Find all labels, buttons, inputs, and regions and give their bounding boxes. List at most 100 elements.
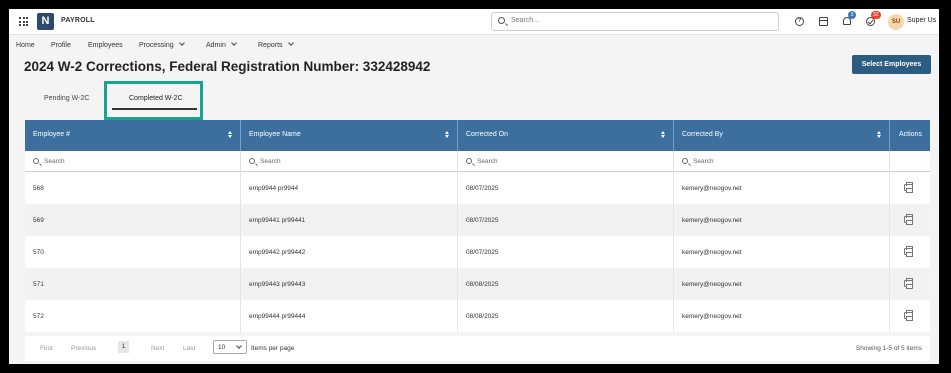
chevron-down-icon bbox=[287, 40, 294, 46]
corrected-on-filter-input[interactable]: Search bbox=[458, 151, 674, 172]
cell-corrected-on: 08/07/2025 bbox=[458, 204, 674, 236]
print-icon[interactable] bbox=[904, 182, 913, 193]
search-icon bbox=[249, 158, 255, 164]
nav-item-employees[interactable]: Employees bbox=[88, 42, 123, 49]
nav-label: Profile bbox=[51, 42, 71, 49]
table-row[interactable]: 569 emp99441 pr99441 08/07/2025 kemery@n… bbox=[25, 204, 930, 236]
corrected-by-filter-input[interactable]: Search bbox=[674, 151, 890, 172]
cell-employee-no: 568 bbox=[25, 172, 241, 204]
tab-pending-w2c[interactable]: Pending W-2C bbox=[44, 95, 89, 102]
pagination: First Previous 1 Next Last 10 Items per … bbox=[25, 336, 930, 361]
showing-count: Showing 1-5 of 5 items bbox=[855, 345, 922, 352]
cell-employee-no: 571 bbox=[25, 268, 241, 300]
nav-label: Admin bbox=[206, 42, 226, 49]
tab-highlight-box bbox=[104, 81, 203, 120]
select-employees-button[interactable]: Select Employees bbox=[852, 55, 931, 74]
print-icon[interactable] bbox=[904, 310, 913, 321]
user-name[interactable]: Super Us bbox=[907, 17, 936, 24]
column-header-corrected-by[interactable]: Corrected By bbox=[674, 120, 890, 151]
chevron-down-icon bbox=[178, 40, 185, 46]
app-grid-icon[interactable] bbox=[19, 17, 28, 26]
nav-item-reports[interactable]: Reports bbox=[258, 40, 294, 49]
nav-label: Processing bbox=[139, 42, 174, 49]
cell-employee-name: emp99443 pr99443 bbox=[241, 268, 458, 300]
column-header-corrected-on[interactable]: Corrected On bbox=[458, 120, 674, 151]
sort-icon[interactable] bbox=[877, 131, 881, 139]
per-page-value: 10 bbox=[218, 344, 226, 351]
cell-actions bbox=[890, 204, 930, 236]
column-label: Employee # bbox=[33, 131, 70, 138]
cell-actions bbox=[890, 268, 930, 300]
app-logo[interactable]: N bbox=[37, 13, 54, 30]
cell-actions bbox=[890, 236, 930, 268]
nav-label: Employees bbox=[88, 42, 123, 49]
cell-employee-name: emp99444 pr99444 bbox=[241, 300, 458, 332]
app-name: PAYROLL bbox=[61, 17, 95, 24]
sort-icon[interactable] bbox=[661, 131, 665, 139]
filter-placeholder: Search bbox=[44, 158, 65, 165]
cell-corrected-on: 08/07/2025 bbox=[458, 236, 674, 268]
column-header-employee-name[interactable]: Employee Name bbox=[241, 120, 458, 151]
table-header: Employee # Employee Name Corrected On Co… bbox=[25, 120, 930, 151]
filter-placeholder: Search bbox=[477, 158, 498, 165]
search-icon bbox=[33, 158, 39, 164]
avatar[interactable]: SU bbox=[888, 14, 904, 30]
cell-employee-name: emp99441 pr99441 bbox=[241, 204, 458, 236]
cell-employee-no: 569 bbox=[25, 204, 241, 236]
help-icon[interactable]: ? bbox=[795, 17, 804, 26]
current-page-button[interactable]: 1 bbox=[118, 341, 129, 353]
cell-corrected-by: kemery@neogov.net bbox=[674, 300, 890, 332]
print-icon[interactable] bbox=[904, 278, 913, 289]
column-header-employee-no[interactable]: Employee # bbox=[25, 120, 241, 151]
app-window: N PAYROLL Search... ? 3 32 SU Super Us H… bbox=[9, 9, 939, 364]
column-label: Employee Name bbox=[249, 131, 301, 138]
sort-icon[interactable] bbox=[445, 131, 449, 139]
page-title: 2024 W-2 Corrections, Federal Registrati… bbox=[24, 59, 431, 74]
nav-item-home[interactable]: Home bbox=[16, 42, 35, 49]
cell-corrected-on: 08/07/2025 bbox=[458, 172, 674, 204]
previous-page-button[interactable]: Previous bbox=[71, 345, 96, 352]
cell-corrected-on: 08/08/2025 bbox=[458, 300, 674, 332]
nav-label: Home bbox=[16, 42, 35, 49]
nav-item-admin[interactable]: Admin bbox=[206, 40, 237, 49]
column-label: Corrected On bbox=[466, 131, 509, 138]
sort-icon[interactable] bbox=[228, 131, 232, 139]
items-per-page-select[interactable]: 10 bbox=[213, 340, 247, 354]
items-per-page-label: Items per page bbox=[251, 345, 295, 352]
cell-employee-name: emp99442 pr99442 bbox=[241, 236, 458, 268]
print-icon[interactable] bbox=[904, 246, 913, 257]
table-row[interactable]: 568 emp9944 pr9944 08/07/2025 kemery@neo… bbox=[25, 172, 930, 204]
employee-name-filter-input[interactable]: Search bbox=[241, 151, 458, 172]
search-icon bbox=[682, 158, 688, 164]
main-nav: Home Profile Employees Processing Admin … bbox=[9, 35, 939, 55]
notification-badge: 3 bbox=[848, 11, 856, 19]
next-page-button[interactable]: Next bbox=[151, 345, 164, 352]
column-label: Actions bbox=[899, 131, 922, 138]
table-row[interactable]: 570 emp99442 pr99442 08/07/2025 kemery@n… bbox=[25, 236, 930, 268]
nav-item-processing[interactable]: Processing bbox=[139, 40, 185, 49]
filter-placeholder: Search bbox=[693, 158, 714, 165]
print-icon[interactable] bbox=[904, 214, 913, 225]
cell-corrected-by: kemery@neogov.net bbox=[674, 172, 890, 204]
chevron-down-icon bbox=[236, 343, 242, 349]
cell-actions bbox=[890, 300, 930, 332]
filter-placeholder: Search bbox=[260, 158, 281, 165]
cell-employee-no: 570 bbox=[25, 236, 241, 268]
table-row[interactable]: 572 emp99444 pr99444 08/08/2025 kemery@n… bbox=[25, 300, 930, 332]
employee-no-filter-input[interactable]: Search bbox=[25, 151, 241, 172]
filter-row: Search Search Search Search bbox=[25, 151, 930, 172]
first-page-button[interactable]: First bbox=[40, 345, 53, 352]
calendar-icon[interactable] bbox=[819, 17, 828, 26]
search-icon bbox=[466, 158, 472, 164]
column-header-actions: Actions bbox=[890, 120, 930, 151]
search-placeholder: Search... bbox=[511, 17, 540, 24]
top-bar: N PAYROLL Search... ? 3 32 SU Super Us bbox=[9, 9, 939, 35]
last-page-button[interactable]: Last bbox=[183, 345, 195, 352]
search-icon bbox=[498, 17, 505, 24]
table-row[interactable]: 571 emp99443 pr99443 08/08/2025 kemery@n… bbox=[25, 268, 930, 300]
chevron-down-icon bbox=[231, 40, 237, 46]
nav-item-profile[interactable]: Profile bbox=[51, 42, 71, 49]
cell-actions bbox=[890, 172, 930, 204]
tasks-badge: 32 bbox=[871, 11, 881, 19]
global-search-input[interactable]: Search... bbox=[491, 12, 779, 31]
